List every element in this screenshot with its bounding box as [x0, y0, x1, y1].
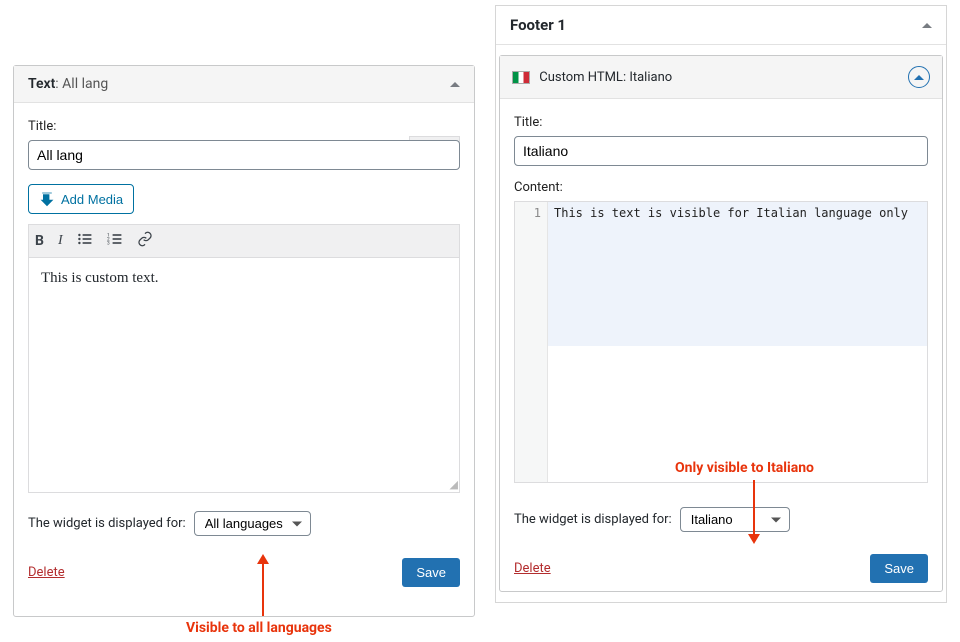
code-content: This is text is visible for Italian lang…	[548, 202, 927, 346]
widget-text-panel: Text: All lang Title: Add Media Visual T…	[13, 65, 475, 617]
code-gutter: 1	[515, 202, 548, 482]
language-select[interactable]: Italiano	[680, 507, 790, 532]
delete-link[interactable]: Delete	[514, 561, 551, 576]
widget-title-echo: Italiano	[629, 70, 672, 85]
content-label: Content:	[514, 180, 928, 195]
title-input[interactable]	[514, 136, 928, 166]
annotation-left: Visible to all languages	[186, 620, 332, 636]
delete-link[interactable]: Delete	[28, 565, 65, 580]
display-for-label: The widget is displayed for:	[28, 516, 186, 531]
collapse-circle-icon[interactable]	[908, 66, 930, 88]
title-label: Title:	[28, 119, 460, 134]
save-button[interactable]: Save	[402, 558, 460, 587]
title-input[interactable]	[28, 140, 460, 170]
widget-text-header[interactable]: Text: All lang	[14, 66, 474, 103]
collapse-icon[interactable]	[922, 23, 932, 28]
flag-italy-icon	[512, 71, 530, 84]
editor-textarea[interactable]: This is custom text. ◢	[28, 257, 460, 493]
widget-type-label: Custom HTML	[539, 70, 623, 85]
collapse-icon[interactable]	[450, 82, 460, 87]
footer-area-panel: Footer 1 Custom HTML: Italiano Title: Co…	[495, 5, 947, 603]
media-icon	[39, 191, 55, 207]
language-select[interactable]: All languages	[194, 511, 311, 536]
footer-area-title: Footer 1	[510, 16, 566, 34]
code-editor[interactable]: 1 This is text is visible for Italian la…	[514, 201, 928, 483]
save-button[interactable]: Save	[870, 554, 928, 583]
link-icon[interactable]	[137, 231, 153, 251]
bullet-list-icon[interactable]	[77, 231, 93, 251]
title-label: Title:	[514, 115, 928, 130]
resize-handle-icon[interactable]: ◢	[450, 478, 458, 491]
display-for-label: The widget is displayed for:	[514, 512, 672, 527]
widget-html-panel: Custom HTML: Italiano Title: Content: 1 …	[499, 55, 943, 592]
widget-title-echo: All lang	[62, 76, 108, 92]
add-media-button[interactable]: Add Media	[28, 184, 134, 214]
widget-type-label: Text	[28, 76, 55, 92]
add-media-label: Add Media	[61, 192, 123, 207]
numbered-list-icon[interactable]: 123	[107, 231, 123, 251]
italic-icon[interactable]: I	[58, 233, 63, 249]
bold-icon[interactable]: B	[35, 233, 44, 249]
widget-html-header[interactable]: Custom HTML: Italiano	[500, 56, 942, 99]
editor-content: This is custom text.	[41, 270, 159, 286]
footer-area-header[interactable]: Footer 1	[496, 6, 946, 45]
editor-toolbar: B I 123	[28, 224, 460, 257]
svg-text:3: 3	[107, 241, 110, 247]
